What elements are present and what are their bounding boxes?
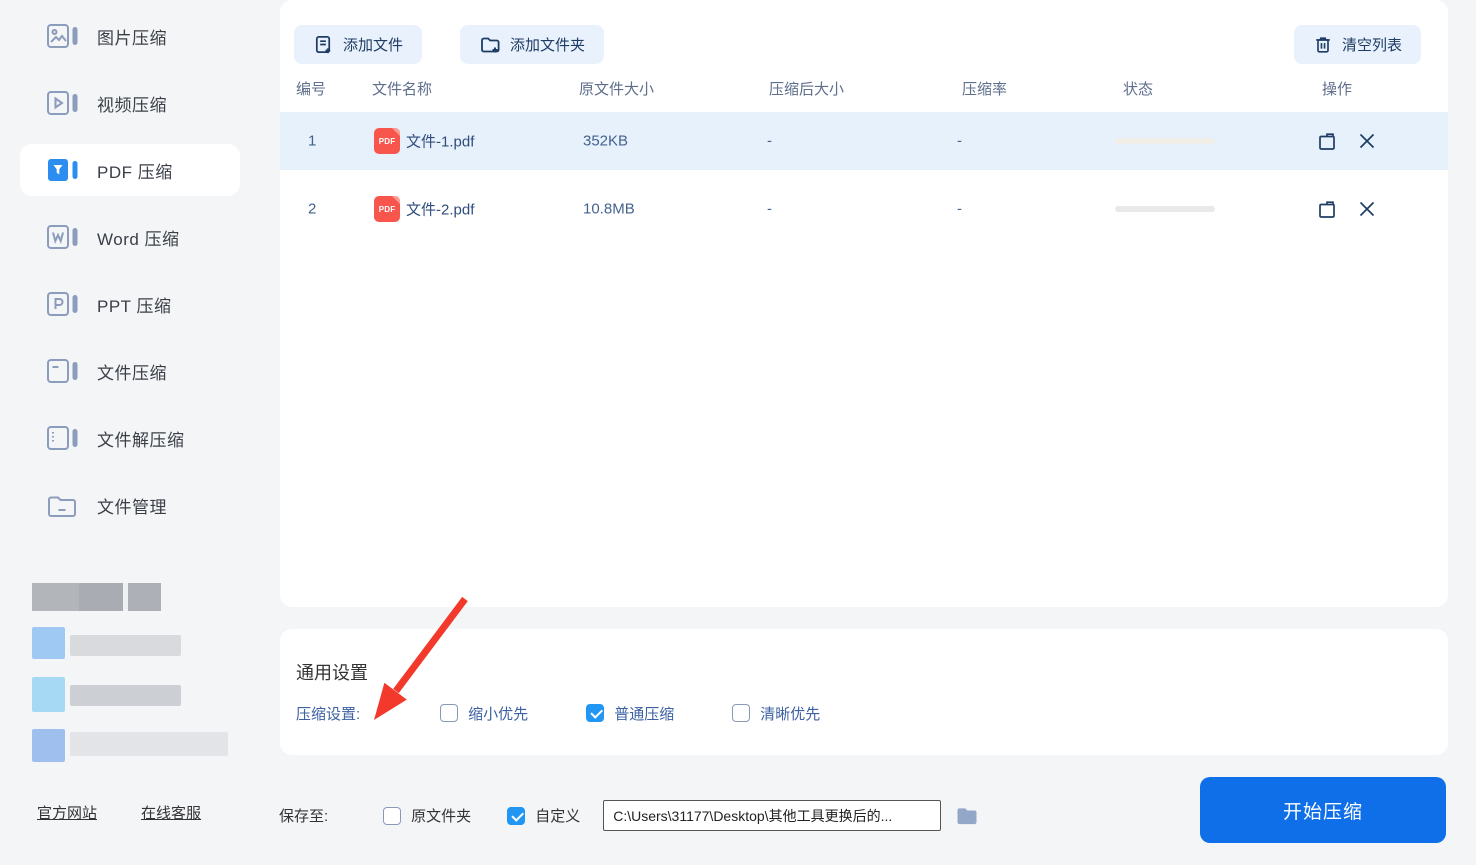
placeholder-thumb — [32, 627, 65, 659]
sidebar-links: 官方网站 在线客服 — [37, 802, 201, 823]
online-support-link[interactable]: 在线客服 — [141, 802, 201, 823]
col-header-operation: 操作 — [1322, 81, 1353, 98]
normal-compression-checkbox[interactable] — [586, 704, 605, 722]
clarity-priority-label: 清晰优先 — [760, 705, 821, 723]
clarity-priority-checkbox[interactable] — [732, 704, 751, 722]
option-clarity-priority: 清晰优先 — [732, 703, 820, 724]
file-name: 文件-2.pdf — [406, 201, 475, 219]
status-progress-bar — [1115, 206, 1215, 212]
browse-folder-icon[interactable] — [954, 804, 979, 828]
video-compress-icon — [45, 88, 79, 118]
table-row: 1 PDF 文件-1.pdf 352KB - - — [280, 112, 1448, 170]
compression-ratio: - — [957, 200, 962, 218]
placeholder-thumb — [32, 677, 65, 712]
clear-list-button[interactable]: 清空列表 — [1294, 25, 1422, 64]
trash-icon — [1313, 34, 1333, 55]
original-size: 352KB — [583, 132, 629, 150]
option-custom-folder: 自定义 — [507, 805, 580, 826]
row-number: 1 — [308, 132, 317, 150]
clear-list-label: 清空列表 — [1342, 37, 1403, 54]
row-number: 2 — [308, 200, 317, 218]
pdf-file-icon: PDF — [374, 128, 400, 154]
official-website-link[interactable]: 官方网站 — [37, 802, 97, 823]
original-folder-checkbox[interactable] — [383, 806, 402, 825]
original-size: 10.8MB — [583, 200, 635, 218]
shrink-priority-label: 缩小优先 — [468, 705, 529, 723]
sidebar-item-label: 图片压缩 — [97, 28, 167, 48]
sidebar-item-label: 文件解压缩 — [97, 430, 185, 450]
remove-file-icon[interactable] — [1355, 197, 1379, 221]
add-file-label: 添加文件 — [343, 37, 404, 54]
sidebar: 图片压缩 视频压缩 PDF 压缩 Word 压缩 PPT 压缩 文件压缩 文件解… — [0, 0, 280, 865]
open-folder-icon[interactable] — [1315, 129, 1339, 153]
compression-settings-label: 压缩设置: — [296, 705, 361, 723]
compression-ratio: - — [957, 132, 962, 150]
file-list-panel: 添加文件 添加文件夹 清空列表 编号 文件名称 原文件大小 压缩后大小 压缩率 … — [280, 0, 1448, 607]
col-header-number: 编号 — [296, 81, 327, 98]
option-shrink-priority: 缩小优先 — [440, 703, 528, 724]
add-folder-button[interactable]: 添加文件夹 — [460, 25, 605, 64]
col-header-compressed-size: 压缩后大小 — [769, 81, 845, 98]
sidebar-item-label: Word 压缩 — [97, 229, 180, 249]
save-path-input[interactable] — [603, 800, 942, 831]
sidebar-item-label: PPT 压缩 — [97, 296, 172, 316]
add-folder-icon — [479, 34, 501, 56]
sidebar-item-word-compress[interactable]: Word 压缩 — [20, 211, 240, 263]
table-row: 2 PDF 文件-2.pdf 10.8MB - - — [280, 180, 1448, 238]
placeholder-bar — [32, 583, 161, 611]
original-folder-label: 原文件夹 — [411, 808, 472, 825]
sidebar-item-label: 视频压缩 — [97, 95, 167, 115]
status-progress-bar — [1115, 138, 1215, 144]
sidebar-item-pdf-compress[interactable]: PDF 压缩 — [20, 144, 240, 196]
sidebar-item-file-compress[interactable]: 文件压缩 — [20, 345, 240, 397]
add-file-button[interactable]: 添加文件 — [294, 25, 423, 64]
compressed-size: - — [767, 200, 772, 218]
sidebar-item-ppt-compress[interactable]: PPT 压缩 — [20, 278, 240, 330]
sidebar-item-file-extract[interactable]: 文件解压缩 — [20, 412, 240, 464]
sidebar-item-label: 文件压缩 — [97, 363, 167, 383]
open-folder-icon[interactable] — [1315, 197, 1339, 221]
col-header-ratio: 压缩率 — [962, 81, 1008, 98]
ppt-compress-icon — [45, 289, 79, 319]
option-original-folder: 原文件夹 — [383, 805, 471, 826]
remove-file-icon[interactable] — [1355, 129, 1379, 153]
pdf-file-icon: PDF — [374, 196, 400, 222]
settings-title: 通用设置 — [296, 663, 368, 683]
sidebar-item-video-compress[interactable]: 视频压缩 — [20, 77, 240, 129]
file-name: 文件-1.pdf — [406, 133, 475, 151]
add-file-icon — [313, 34, 334, 56]
placeholder-thumb — [32, 729, 65, 762]
file-manage-icon — [45, 490, 79, 520]
compressed-size: - — [767, 132, 772, 150]
file-compress-icon — [45, 356, 79, 386]
start-compression-button[interactable]: 开始压缩 — [1200, 777, 1446, 843]
custom-folder-label: 自定义 — [535, 808, 581, 825]
save-to-row: 保存至: 原文件夹 自定义 — [279, 800, 979, 831]
word-compress-icon — [45, 222, 79, 252]
file-extract-icon — [45, 423, 79, 453]
col-header-original-size: 原文件大小 — [579, 81, 655, 98]
image-compress-icon — [45, 21, 79, 51]
col-header-status: 状态 — [1123, 81, 1154, 98]
sidebar-item-image-compress[interactable]: 图片压缩 — [20, 10, 240, 62]
save-to-label: 保存至: — [279, 808, 329, 825]
add-folder-label: 添加文件夹 — [510, 37, 586, 54]
custom-folder-checkbox[interactable] — [507, 806, 526, 825]
sidebar-item-label: PDF 压缩 — [97, 162, 173, 182]
sidebar-item-file-manage[interactable]: 文件管理 — [20, 479, 240, 531]
placeholder-bar — [70, 685, 181, 706]
option-normal-compression: 普通压缩 — [586, 703, 674, 724]
shrink-priority-checkbox[interactable] — [440, 704, 459, 722]
col-header-filename: 文件名称 — [372, 81, 433, 98]
general-settings-panel: 通用设置 压缩设置: 缩小优先 普通压缩 清晰优先 — [280, 629, 1448, 755]
placeholder-bar — [70, 732, 228, 756]
pdf-compress-icon — [45, 155, 79, 185]
sidebar-item-label: 文件管理 — [97, 497, 167, 517]
compression-settings-row: 压缩设置: 缩小优先 普通压缩 清晰优先 — [296, 701, 878, 725]
normal-compression-label: 普通压缩 — [614, 705, 675, 723]
placeholder-bar — [70, 635, 181, 656]
sidebar-nav: 图片压缩 视频压缩 PDF 压缩 Word 压缩 PPT 压缩 文件压缩 文件解… — [20, 10, 240, 531]
